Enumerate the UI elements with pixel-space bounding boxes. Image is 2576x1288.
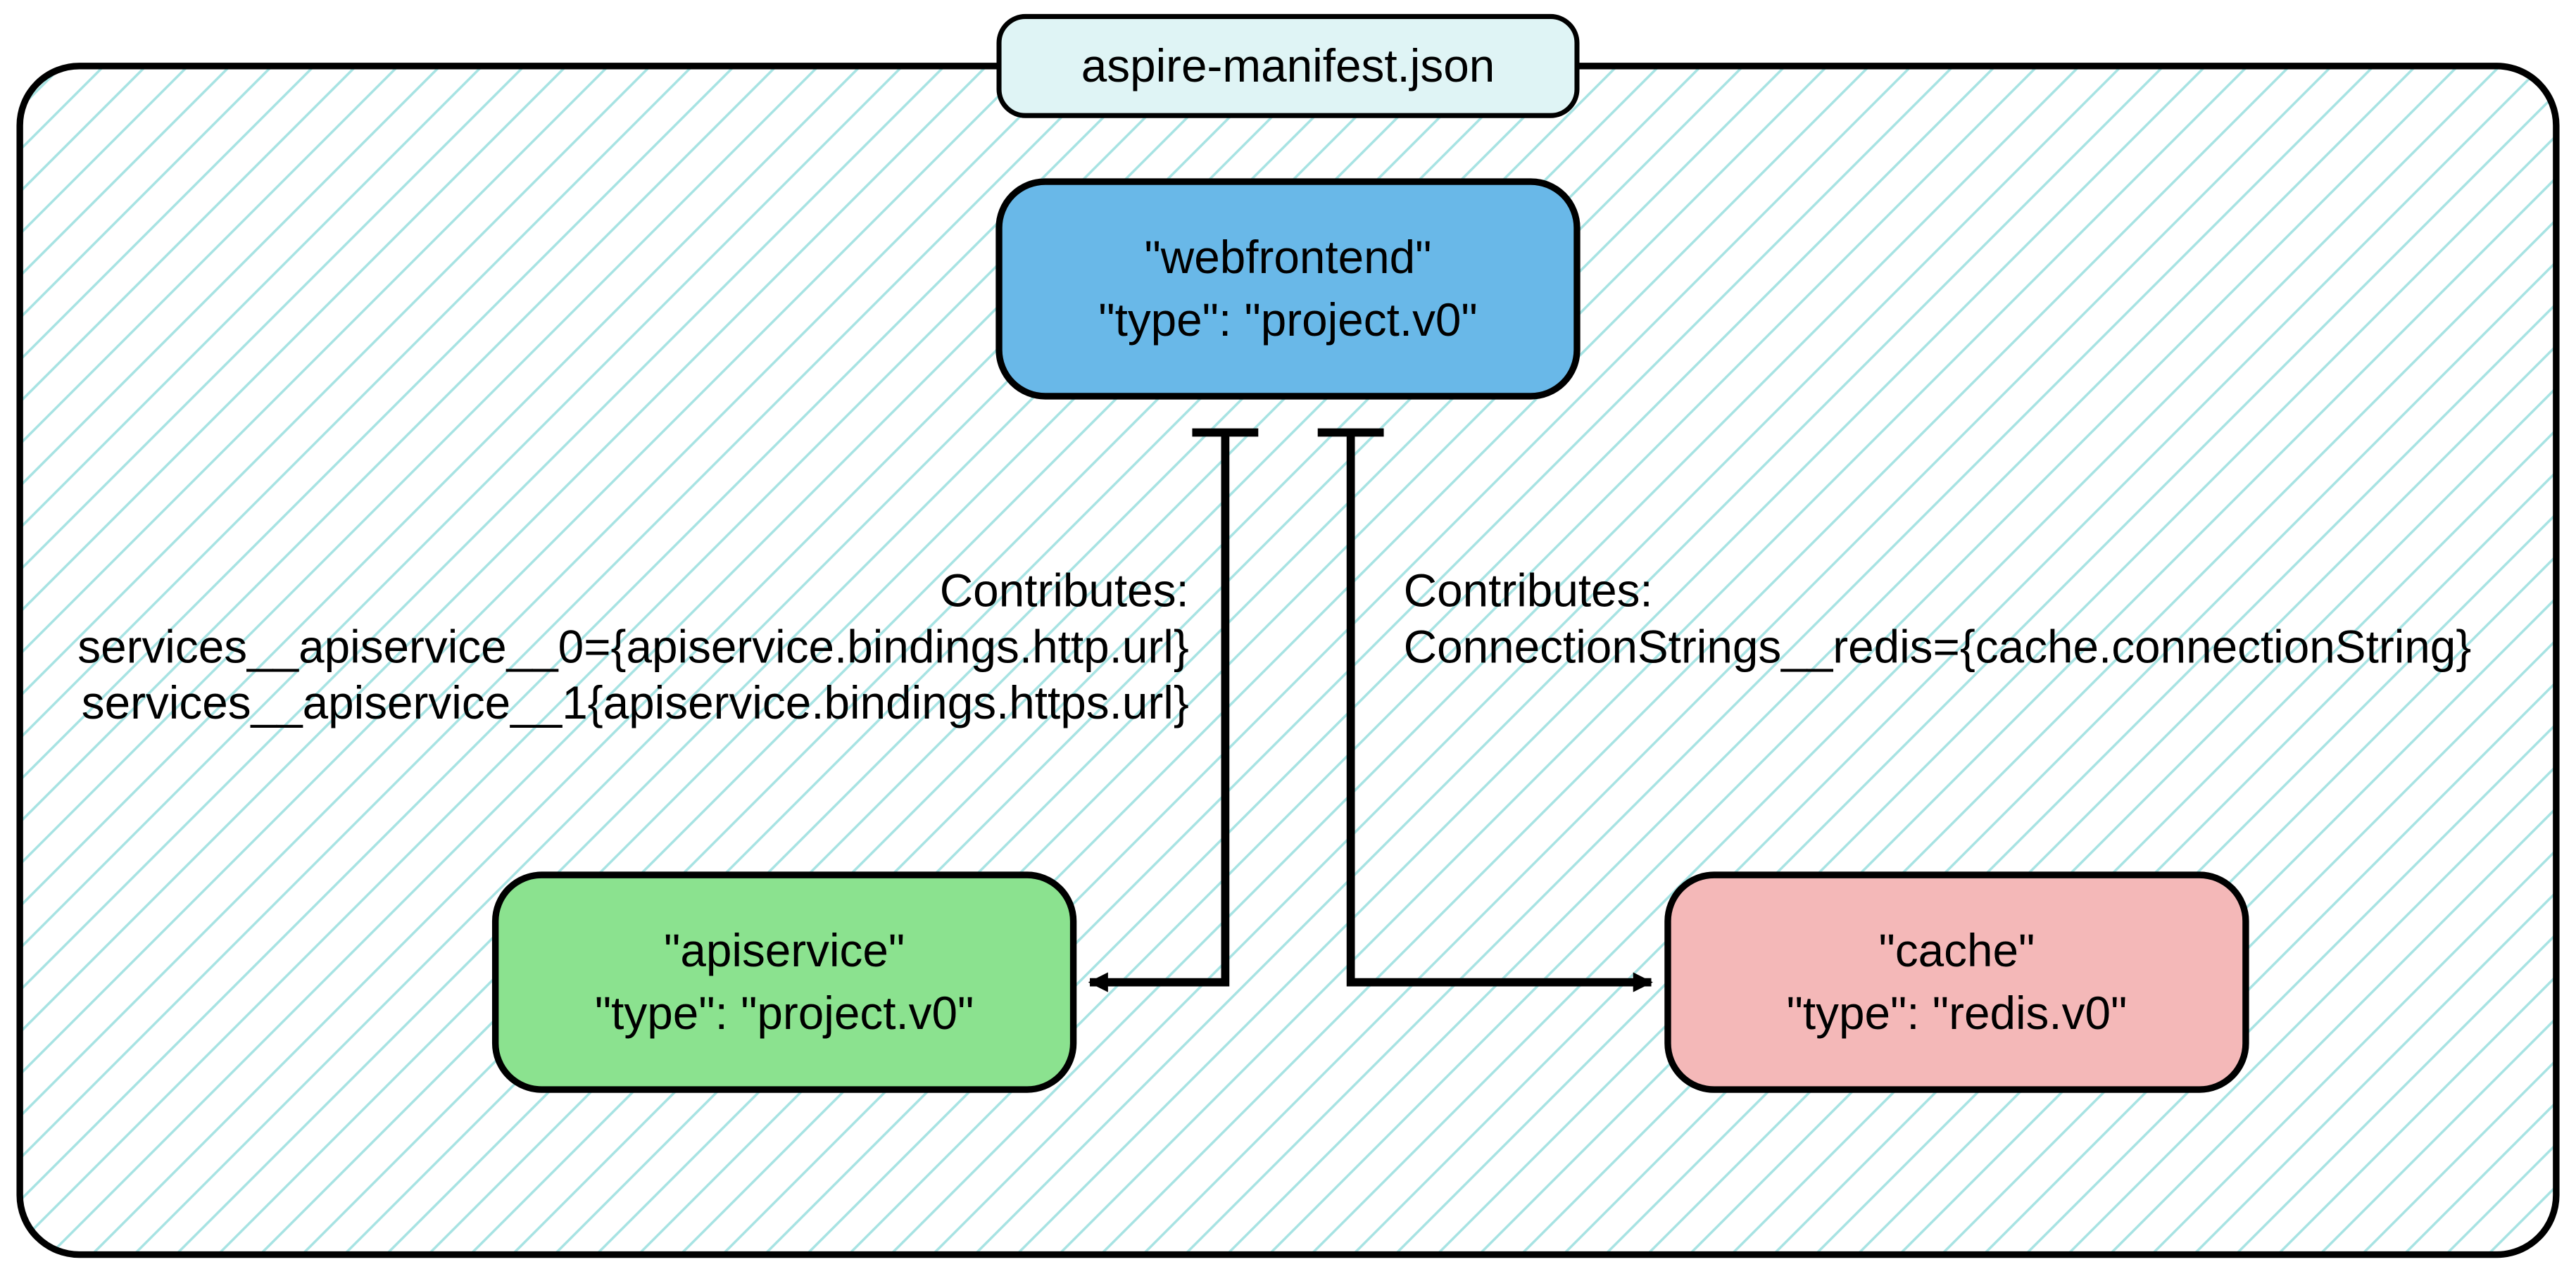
edge-left-line2: services__apiservice__1{apiservice.bindi… [82,677,1189,728]
node-apiservice: "apiservice" "type": "project.v0" [496,875,1074,1090]
node-cache: "cache" "type": "redis.v0" [1668,875,2246,1090]
node-webfrontend-name: "webfrontend" [1145,232,1432,283]
node-webfrontend: "webfrontend" "type": "project.v0" [999,182,1577,396]
manifest-title-box: aspire-manifest.json [999,16,1577,115]
node-webfrontend-type: "type": "project.v0" [1098,294,1477,346]
edge-left-line1: services__apiservice__0={apiservice.bind… [77,621,1189,672]
node-apiservice-name: "apiservice" [664,925,905,976]
node-cache-name: "cache" [1879,925,2035,976]
manifest-title: aspire-manifest.json [1081,40,1495,91]
edge-right-title: Contributes: [1404,565,1653,617]
node-cache-type: "type": "redis.v0" [1787,987,2128,1039]
node-apiservice-type: "type": "project.v0" [595,987,974,1039]
diagram-root: aspire-manifest.json "webfrontend" "type… [0,0,2576,1288]
edge-right-line1: ConnectionStrings__redis={cache.connecti… [1404,621,2472,672]
edge-left-title: Contributes: [940,565,1189,617]
